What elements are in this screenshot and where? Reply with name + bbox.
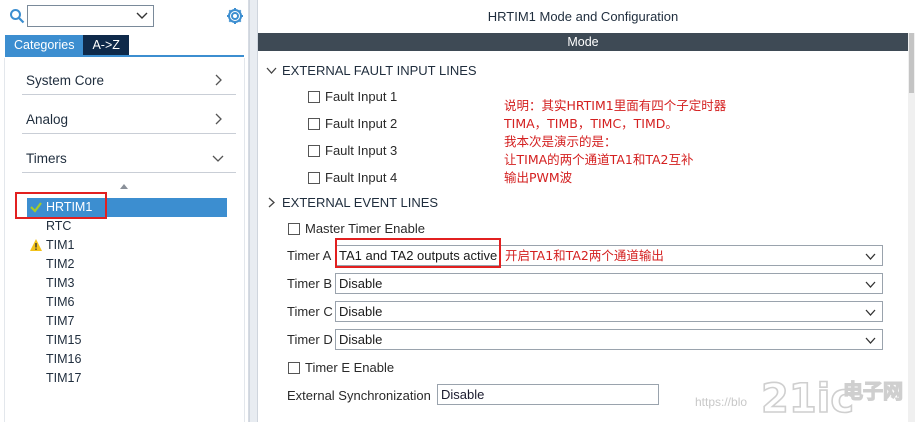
checkbox-label: Master Timer Enable bbox=[305, 221, 425, 236]
category-system-core[interactable]: System Core bbox=[22, 67, 236, 95]
annotation-line: 让TIMA的两个通道TA1和TA2互补 bbox=[504, 152, 694, 167]
checkbox-label: Timer E Enable bbox=[305, 360, 395, 375]
svg-text:电子网: 电子网 bbox=[843, 379, 903, 403]
checkbox[interactable] bbox=[308, 145, 320, 157]
annotation-line: 说明：其实HRTIM1里面有四个子定时器 bbox=[504, 98, 727, 113]
category-label: System Core bbox=[26, 73, 105, 88]
category-timers[interactable]: Timers bbox=[22, 145, 236, 173]
peripheral-tim1[interactable]: TIM1 bbox=[27, 236, 227, 255]
fault-input-2-checkbox[interactable]: Fault Input 2 bbox=[308, 116, 397, 131]
timer-b-label: Timer B bbox=[287, 276, 333, 291]
external-synchronization-field[interactable]: Disable bbox=[437, 384, 659, 405]
chevron-down-icon bbox=[865, 309, 876, 316]
gear-icon[interactable] bbox=[225, 6, 245, 26]
fault-input-3-checkbox[interactable]: Fault Input 3 bbox=[308, 143, 397, 158]
chevron-right-icon bbox=[215, 74, 222, 86]
mode-configuration-panel: HRTIM1 Mode and Configuration Mode EXTER… bbox=[258, 0, 915, 422]
warning-icon bbox=[30, 239, 42, 251]
svg-text:21ic: 21ic bbox=[761, 376, 854, 418]
checkbox-label: Fault Input 1 bbox=[325, 89, 398, 104]
watermark-url: https://blo bbox=[695, 395, 748, 409]
chevron-down-icon bbox=[865, 253, 876, 260]
mode-header: Mode bbox=[258, 33, 908, 51]
timer-c-select[interactable]: Disable bbox=[335, 301, 883, 322]
category-analog[interactable]: Analog bbox=[22, 106, 236, 134]
annotation-line: 输出PWM波 bbox=[504, 170, 573, 185]
annotation-note: 说明：其实HRTIM1里面有四个子定时器 TIMA，TIMB，TIMC，TIMD… bbox=[504, 97, 726, 187]
peripheral-browser-panel: Categories A->Z System Core Analog Timer… bbox=[0, 0, 249, 422]
peripheral-label: TIM3 bbox=[46, 276, 75, 290]
select-value: Disable bbox=[339, 304, 383, 319]
checkbox[interactable] bbox=[308, 118, 320, 130]
checkbox-label: Fault Input 3 bbox=[325, 143, 398, 158]
annotation-line: TIMA，TIMB，TIMC，TIMD。 bbox=[504, 116, 678, 131]
tab-a-z[interactable]: A->Z bbox=[83, 35, 129, 55]
section-label: EXTERNAL FAULT INPUT LINES bbox=[282, 63, 477, 78]
peripheral-rtc[interactable]: RTC bbox=[27, 217, 227, 236]
search-icon[interactable] bbox=[9, 8, 25, 24]
checkbox-label: Fault Input 4 bbox=[325, 170, 398, 185]
section-label: EXTERNAL EVENT LINES bbox=[282, 195, 439, 210]
chevron-down-icon bbox=[212, 155, 224, 162]
peripheral-tim3[interactable]: TIM3 bbox=[27, 274, 227, 293]
peripheral-label: RTC bbox=[46, 219, 72, 233]
peripheral-tim17[interactable]: TIM17 bbox=[27, 369, 227, 388]
timer-c-label: Timer C bbox=[287, 304, 333, 319]
master-timer-enable-checkbox[interactable]: Master Timer Enable bbox=[288, 221, 425, 236]
tab-categories[interactable]: Categories bbox=[5, 35, 84, 55]
sort-ascending-icon[interactable] bbox=[119, 183, 129, 193]
peripheral-tim7[interactable]: TIM7 bbox=[27, 312, 227, 331]
chevron-down-icon[interactable] bbox=[135, 9, 149, 23]
category-label: Analog bbox=[26, 112, 69, 127]
timer-d-select[interactable]: Disable bbox=[335, 329, 883, 350]
checkbox[interactable] bbox=[288, 223, 300, 235]
peripheral-label: TIM16 bbox=[46, 352, 82, 366]
field-value: Disable bbox=[441, 387, 485, 402]
peripheral-tim15[interactable]: TIM15 bbox=[27, 331, 227, 350]
peripheral-tim6[interactable]: TIM6 bbox=[27, 293, 227, 312]
checkbox[interactable] bbox=[308, 91, 320, 103]
timer-a-label: Timer A bbox=[287, 248, 332, 263]
select-value: Disable bbox=[339, 332, 383, 347]
peripheral-label: TIM6 bbox=[46, 295, 75, 309]
select-value: Disable bbox=[339, 276, 383, 291]
chevron-down-icon bbox=[865, 281, 876, 288]
peripheral-label: TIM7 bbox=[46, 314, 75, 328]
chevron-right-icon bbox=[215, 113, 222, 125]
highlight-box-hrtim1 bbox=[15, 192, 107, 219]
annotation-timer-a: 开启TA1和TA2两个通道输出 bbox=[505, 248, 664, 263]
category-tabs: Categories A->Z bbox=[5, 35, 129, 55]
external-synchronization-label: External Synchronization bbox=[287, 388, 431, 403]
chevron-right-icon bbox=[268, 197, 275, 208]
checkbox[interactable] bbox=[288, 362, 300, 374]
chevron-down-icon bbox=[865, 337, 876, 344]
tab-underline bbox=[5, 55, 244, 57]
peripheral-label: TIM2 bbox=[46, 257, 75, 271]
watermark-logo: 21ic 电子网 bbox=[760, 375, 903, 418]
chevron-down-icon bbox=[266, 67, 277, 74]
peripheral-label: TIM17 bbox=[46, 371, 82, 385]
scrollbar-thumb[interactable] bbox=[909, 33, 914, 93]
peripheral-tim2[interactable]: TIM2 bbox=[27, 255, 227, 274]
vertical-scrollbar[interactable] bbox=[908, 33, 915, 422]
timer-e-enable-checkbox[interactable]: Timer E Enable bbox=[288, 360, 394, 375]
peripheral-tim16[interactable]: TIM16 bbox=[27, 350, 227, 369]
timer-d-label: Timer D bbox=[287, 332, 333, 347]
checkbox[interactable] bbox=[308, 172, 320, 184]
panel-splitter[interactable] bbox=[249, 0, 258, 422]
peripheral-label: TIM1 bbox=[46, 238, 75, 252]
section-external-fault-input-lines[interactable]: EXTERNAL FAULT INPUT LINES bbox=[266, 63, 477, 78]
page-title: HRTIM1 Mode and Configuration bbox=[487, 9, 679, 24]
annotation-line: 我本次是演示的是： bbox=[504, 134, 617, 149]
timer-b-select[interactable]: Disable bbox=[335, 273, 883, 294]
fault-input-4-checkbox[interactable]: Fault Input 4 bbox=[308, 170, 397, 185]
search-dropdown[interactable] bbox=[27, 5, 154, 27]
category-label: Timers bbox=[26, 151, 67, 166]
peripheral-label: TIM15 bbox=[46, 333, 82, 347]
checkbox-label: Fault Input 2 bbox=[325, 116, 398, 131]
highlight-box-timer-a bbox=[335, 238, 501, 268]
fault-input-1-checkbox[interactable]: Fault Input 1 bbox=[308, 89, 397, 104]
section-external-event-lines[interactable]: EXTERNAL EVENT LINES bbox=[266, 195, 438, 210]
